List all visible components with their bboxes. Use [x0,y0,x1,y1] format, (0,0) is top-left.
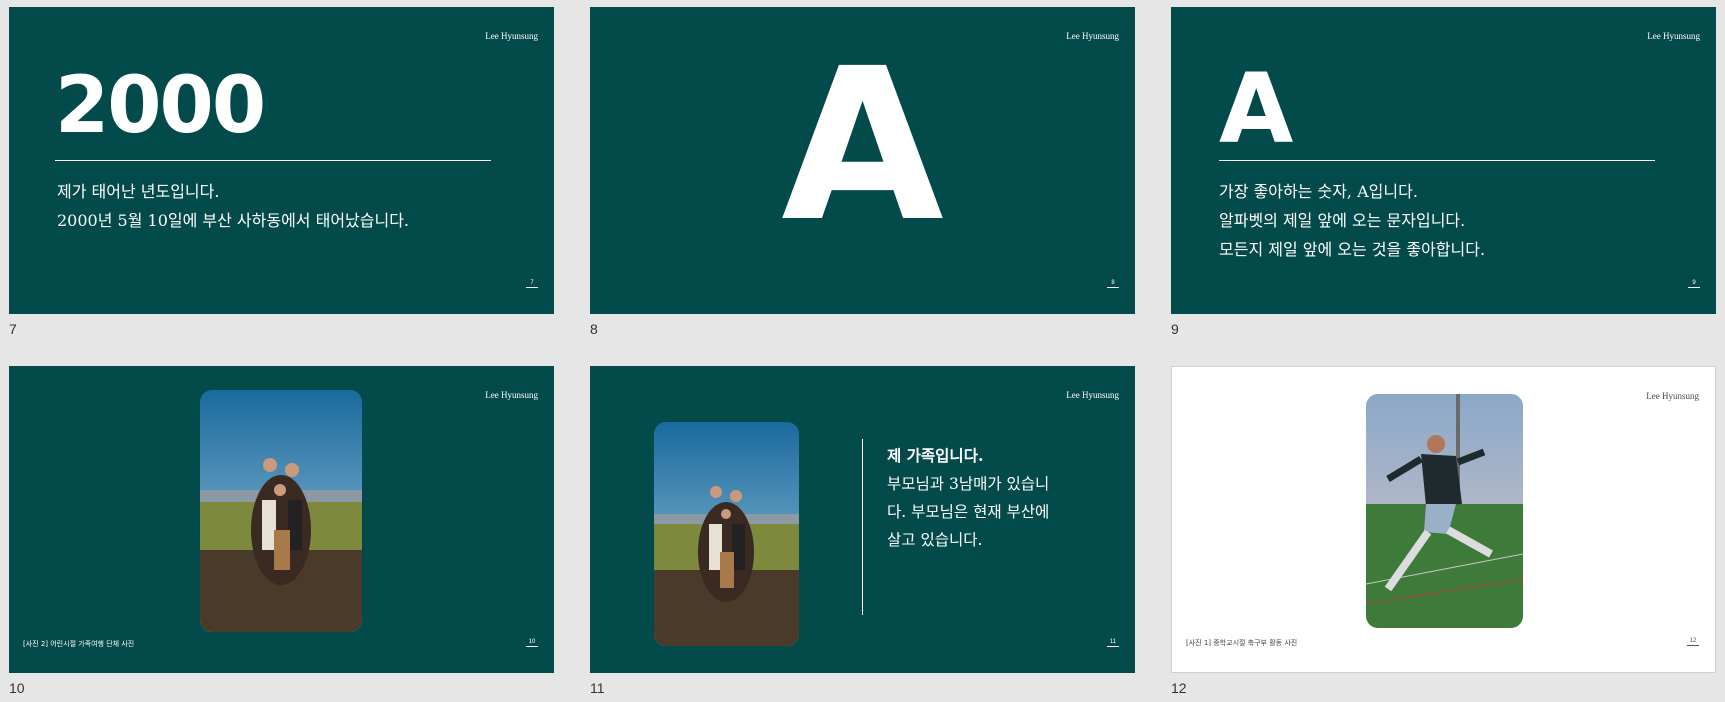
slide-headline: 2000 [55,61,266,151]
divider-line [55,160,491,161]
family-photo [654,422,799,646]
page-number: 10 [526,639,538,647]
photo-caption: [사진 2] 어린시절 가족여행 단체 사진 [23,640,135,648]
slide-thumbnail-9[interactable]: Lee Hyunsung A 가장 좋아하는 숫자, A입니다. 알파벳의 제일… [1171,7,1716,314]
body-line: 알파벳의 제일 앞에 오는 문자입니다. [1219,211,1466,230]
slide-number-label: 7 [9,321,17,337]
page-number: 7 [526,280,538,288]
slide-thumbnail-12[interactable]: Lee Hyunsung [사진 1] 중학교시절 축구부 활동 사진 12 [1171,366,1716,673]
body-line: 제가 태어난 년도입니다. [57,182,220,201]
photo-caption: [사진 1] 중학교시절 축구부 활동 사진 [1186,639,1298,647]
page-number: 12 [1687,638,1699,646]
body-line: 모든지 제일 앞에 오는 것을 좋아합니다. [1219,240,1486,259]
slide-thumbnail-7[interactable]: Lee Hyunsung 2000 제가 태어난 년도입니다. 2000년 5월… [9,7,554,314]
slide-headline: A [781,23,944,268]
slide-body: 제 가족입니다. 부모님과 3남매가 있습니 다. 부모님은 현재 부산에 살고… [887,442,1049,554]
slide-thumbnail-11[interactable]: Lee Hyunsung 제 가족입니다. 부모님과 3남매가 있습니 다. 부… [590,366,1135,673]
soccer-photo [1366,394,1523,628]
slide-number-label: 10 [9,680,25,696]
slide-number-label: 11 [590,680,605,696]
body-line: 가장 좋아하는 숫자, A입니다. [1219,182,1418,201]
page-number: 8 [1107,280,1119,288]
slide-body: 제가 태어난 년도입니다. 2000년 5월 10일에 부산 사하동에서 태어났… [57,177,409,235]
body-line: 2000년 5월 10일에 부산 사하동에서 태어났습니다. [57,211,410,230]
author-name: Lee Hyunsung [1646,391,1699,401]
slide-body: 가장 좋아하는 숫자, A입니다. 알파벳의 제일 앞에 오는 문자입니다. 모… [1219,177,1485,264]
slide-thumbnail-10[interactable]: Lee Hyunsung [사진 2] 어린시절 가족여행 단체 사진 10 [9,366,554,673]
page-number: 9 [1688,280,1700,288]
author-name: Lee Hyunsung [1647,31,1700,41]
author-name: Lee Hyunsung [1066,390,1119,400]
author-name: Lee Hyunsung [1066,31,1119,41]
page-number: 11 [1107,639,1119,647]
body-line: 다. 부모님은 현재 부산에 [887,503,1050,521]
author-name: Lee Hyunsung [485,31,538,41]
body-line: 부모님과 3남매가 있습니 [887,475,1050,493]
slide-number-label: 8 [590,321,598,337]
body-line: 살고 있습니다. [887,531,983,549]
author-name: Lee Hyunsung [485,390,538,400]
divider-line [1219,160,1655,161]
slide-number-label: 9 [1171,321,1179,337]
vertical-divider [862,439,863,615]
slide-number-label: 12 [1171,680,1187,696]
family-photo [200,390,362,632]
slide-headline: A [1219,53,1294,165]
slide-thumbnail-8[interactable]: Lee Hyunsung A 8 [590,7,1135,314]
slide-title: 제 가족입니다. [887,446,984,465]
